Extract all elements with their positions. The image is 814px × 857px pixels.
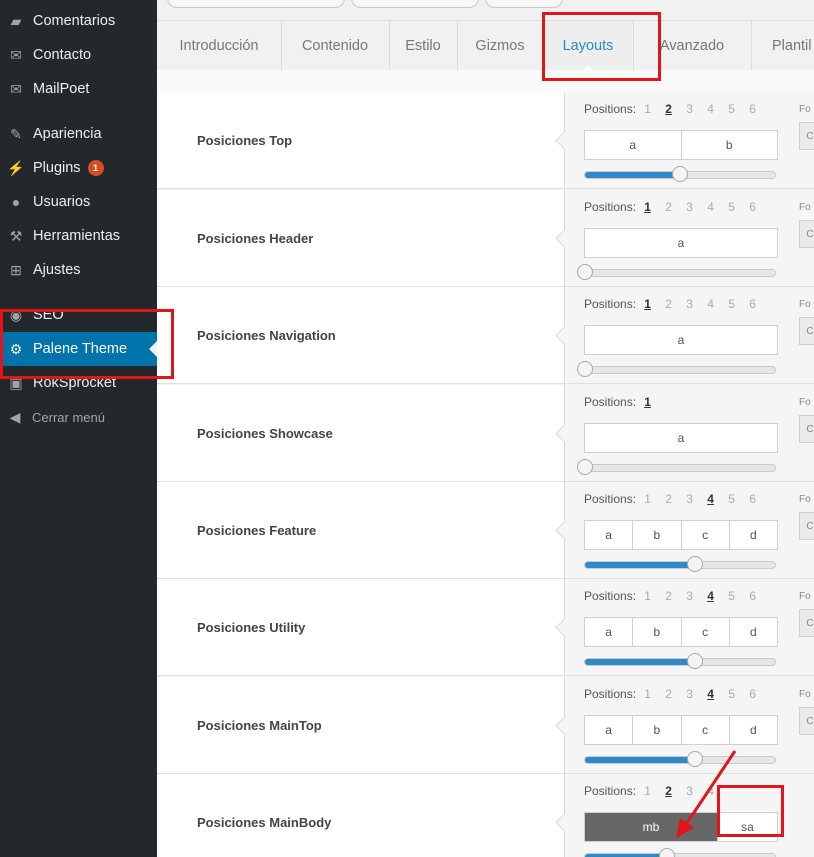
arrow-annotation bbox=[676, 750, 737, 838]
